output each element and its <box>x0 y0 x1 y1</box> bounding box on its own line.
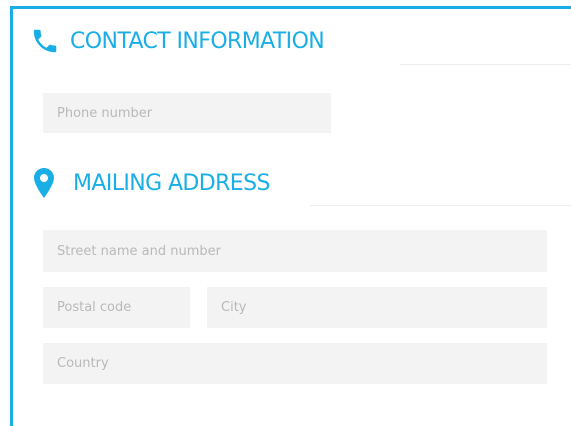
mailing-section-header: MAILING ADDRESS <box>34 168 270 198</box>
postal-code-input[interactable] <box>43 287 190 328</box>
mailing-section-title: MAILING ADDRESS <box>73 170 270 196</box>
location-pin-icon <box>34 168 54 198</box>
city-input[interactable] <box>207 287 547 328</box>
mailing-divider <box>310 205 571 206</box>
contact-section-title: CONTACT INFORMATION <box>70 28 325 54</box>
country-input[interactable] <box>43 343 547 384</box>
contact-section-header: CONTACT INFORMATION <box>30 26 325 56</box>
street-name-input[interactable] <box>43 230 547 272</box>
contact-divider <box>400 64 571 65</box>
phone-number-input[interactable] <box>43 93 331 133</box>
phone-icon <box>30 26 60 56</box>
